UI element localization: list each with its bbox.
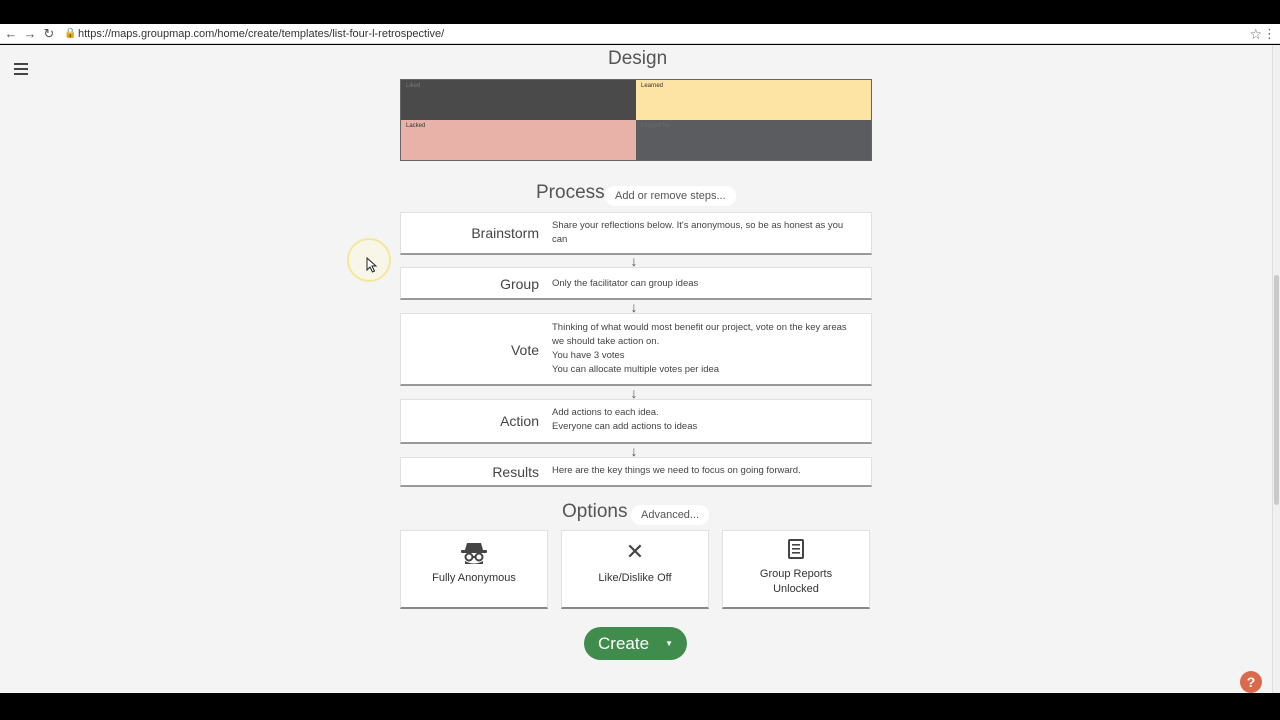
forward-arrow-icon[interactable]: → <box>22 26 38 42</box>
step-desc-line: Share your reflections below. It's anony… <box>552 220 844 245</box>
design-cell-liked[interactable]: Liked <box>401 80 636 120</box>
advanced-options-button[interactable]: Advanced... <box>631 505 710 525</box>
scrollbar-thumb[interactable] <box>1274 275 1279 505</box>
design-cell-longed-for[interactable]: Longed for <box>636 120 871 160</box>
reload-icon[interactable]: ↻ <box>41 26 57 42</box>
create-button[interactable]: Create ▼ <box>584 627 687 660</box>
option-label-line: Unlocked <box>773 583 819 595</box>
screen: ← → ↻ 🔒 https://maps.groupmap.com/home/c… <box>0 0 1280 720</box>
create-button-label: Create <box>598 634 650 653</box>
option-label: Fully Anonymous <box>432 572 516 584</box>
process-step-vote[interactable]: Vote Thinking of what would most benefit… <box>400 313 872 386</box>
process-step-group[interactable]: Group Only the facilitator can group ide… <box>400 267 872 300</box>
document-icon <box>723 539 869 565</box>
cross-icon: ✕ <box>625 539 645 564</box>
step-description: Thinking of what would most benefit our … <box>552 321 852 377</box>
browser-address-bar: ← → ↻ 🔒 https://maps.groupmap.com/home/c… <box>0 24 1280 44</box>
step-name: Vote <box>510 342 539 358</box>
step-name: Action <box>500 413 539 429</box>
option-like-dislike[interactable]: ✕ Like/Dislike Off <box>561 530 709 609</box>
page-content: Design Liked Learned Lacked Longed for P… <box>0 45 1272 693</box>
design-grid[interactable]: Liked Learned Lacked Longed for <box>400 79 872 161</box>
step-description: Only the facilitator can group ideas <box>552 277 852 291</box>
step-desc-line: You have 3 votes <box>552 350 625 361</box>
process-title: Process <box>536 182 605 203</box>
design-title: Design <box>608 48 668 69</box>
step-description: Add actions to each idea. Everyone can a… <box>552 406 852 434</box>
process-step-brainstorm[interactable]: Brainstorm Share your reflections below.… <box>400 212 872 255</box>
caret-down-icon[interactable]: ▼ <box>665 627 673 660</box>
browser-menu-icon[interactable]: ⋮ <box>1263 25 1276 43</box>
step-name: Results <box>492 464 539 480</box>
option-group-reports[interactable]: Group Reports Unlocked <box>722 530 870 609</box>
spy-icon <box>401 539 547 571</box>
help-button[interactable]: ? <box>1240 671 1262 693</box>
option-label-line: Group Reports <box>759 568 833 580</box>
process-step-results[interactable]: Results Here are the key things we need … <box>400 457 872 487</box>
mouse-pointer-icon <box>366 257 378 273</box>
step-name: Group <box>500 276 539 292</box>
step-desc-line: You can allocate multiple votes per idea <box>552 364 720 375</box>
step-desc-line: Thinking of what would most benefit our … <box>552 322 847 347</box>
step-description: Share your reflections below. It's anony… <box>552 219 852 247</box>
step-name: Brainstorm <box>471 225 539 241</box>
step-desc-line: Here are the key things we need to focus… <box>552 465 801 476</box>
design-cell-learned[interactable]: Learned <box>636 80 871 120</box>
step-desc-line: Only the facilitator can group ideas <box>552 278 699 289</box>
scrollbar[interactable] <box>1272 45 1280 693</box>
hamburger-menu-icon[interactable] <box>14 63 28 75</box>
add-remove-steps-button[interactable]: Add or remove steps... <box>605 186 736 206</box>
design-cell-lacked[interactable]: Lacked <box>401 120 636 160</box>
process-step-action[interactable]: Action Add actions to each idea. Everyon… <box>400 399 872 444</box>
url-field[interactable]: https://maps.groupmap.com/home/create/te… <box>78 26 444 42</box>
step-desc-line: Everyone can add actions to ideas <box>552 421 698 432</box>
back-arrow-icon[interactable]: ← <box>3 26 19 42</box>
option-fully-anonymous[interactable]: Fully Anonymous <box>400 530 548 609</box>
option-label: Like/Dislike Off <box>598 572 672 584</box>
options-title: Options <box>562 501 628 522</box>
lock-icon: 🔒 <box>64 28 77 39</box>
step-desc-line: Add actions to each idea. <box>552 407 659 418</box>
option-label: Group Reports Unlocked <box>723 567 869 597</box>
step-description: Here are the key things we need to focus… <box>552 464 852 478</box>
star-icon[interactable]: ☆ <box>1249 25 1262 43</box>
